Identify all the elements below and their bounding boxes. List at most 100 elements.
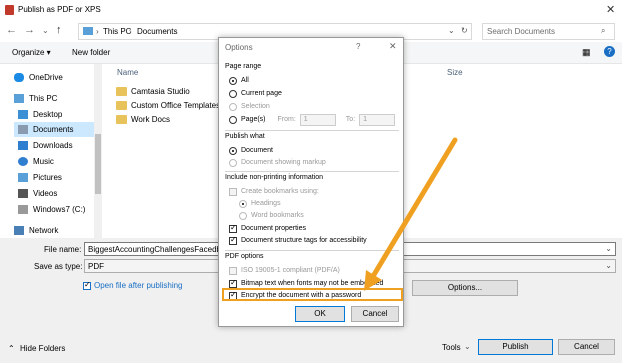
title-bar: Publish as PDF or XPS ✕ xyxy=(0,0,622,20)
music-icon xyxy=(18,157,28,166)
breadcrumb-documents[interactable]: Documents xyxy=(137,27,177,36)
radio-current-page[interactable]: Current page xyxy=(229,88,282,99)
nav-item-music[interactable]: Music xyxy=(18,154,54,169)
nav-item-onedrive[interactable]: OneDrive xyxy=(14,70,63,85)
file-item[interactable]: Camtasia Studio xyxy=(116,85,190,98)
nav-item-downloads[interactable]: Downloads xyxy=(18,138,73,153)
search-input[interactable]: Search Documents ⌕ xyxy=(482,23,615,40)
doc-properties-indicator[interactable] xyxy=(229,223,237,233)
open-after-label[interactable]: Open file after publishing xyxy=(94,281,183,290)
window-title: Publish as PDF or XPS xyxy=(18,5,101,14)
refresh-icon[interactable]: ↻ xyxy=(461,26,468,35)
hide-folders-button[interactable]: Hide Folders xyxy=(20,344,65,353)
cancel-button[interactable]: Cancel xyxy=(558,339,615,355)
radio-selection: Selection xyxy=(229,101,270,112)
radio-pages[interactable]: Page(s) From: 1 To: 1 xyxy=(229,113,396,126)
computer-icon xyxy=(14,94,24,103)
tools-chevron-icon[interactable]: ⌄ xyxy=(464,342,471,351)
from-spinner[interactable]: 1 xyxy=(299,113,336,126)
file-name-label: File name: xyxy=(44,245,82,254)
save-type-chevron-icon[interactable]: ⌄ xyxy=(605,261,612,270)
download-icon xyxy=(18,141,28,150)
checkbox-create-bookmarks: Create bookmarks using: xyxy=(229,186,319,197)
dialog-close-icon[interactable]: ✕ xyxy=(389,41,397,52)
breadcrumb-this-pc[interactable]: This PC xyxy=(103,27,131,36)
tools-button[interactable]: Tools xyxy=(442,343,461,352)
non-printing-header: Include non-printing information xyxy=(225,174,324,181)
recent-chevron-icon[interactable]: ⌄ xyxy=(42,26,49,35)
checkbox-structure-tags[interactable]: Document structure tags for accessibilit… xyxy=(229,235,367,246)
save-type-label: Save as type: xyxy=(34,262,83,271)
radio-selection-indicator xyxy=(229,102,237,111)
drive-icon xyxy=(18,205,28,214)
forward-arrow-icon[interactable]: → xyxy=(24,24,35,36)
radio-headings-indicator xyxy=(239,199,247,208)
radio-all[interactable]: All xyxy=(229,75,249,86)
dialog-title: Options xyxy=(225,43,253,52)
file-item[interactable]: Work Docs xyxy=(116,113,170,126)
publish-button[interactable]: Publish xyxy=(478,339,553,355)
close-icon[interactable]: ✕ xyxy=(606,3,615,16)
open-after-checkbox[interactable] xyxy=(83,280,91,290)
pdf-options-header: PDF options xyxy=(225,253,264,260)
view-options-icon[interactable]: ▦ xyxy=(582,47,591,58)
radio-current-indicator[interactable] xyxy=(229,89,237,98)
divider xyxy=(225,130,399,131)
nav-item-network[interactable]: Network xyxy=(14,223,58,238)
divider xyxy=(225,250,399,251)
nav-item-this-pc[interactable]: This PC xyxy=(14,91,57,106)
publish-what-header: Publish what xyxy=(225,133,265,140)
pdf-app-icon xyxy=(5,5,14,15)
radio-document-indicator[interactable] xyxy=(229,146,237,155)
nav-scrollbar-thumb[interactable] xyxy=(95,134,101,194)
nav-item-desktop[interactable]: Desktop xyxy=(18,107,62,122)
hide-folders-icon[interactable]: ⌃ xyxy=(8,344,15,353)
search-icon[interactable]: ⌕ xyxy=(601,26,605,36)
file-item[interactable]: Custom Office Templates xyxy=(116,99,220,112)
to-spinner[interactable]: 1 xyxy=(359,113,396,126)
cloud-icon xyxy=(14,73,24,82)
divider xyxy=(225,171,399,172)
checkbox-iso: ISO 19005-1 compliant (PDF/A) xyxy=(229,265,340,276)
bitmap-indicator[interactable] xyxy=(229,278,237,288)
nav-item-pictures[interactable]: Pictures xyxy=(18,170,62,185)
help-icon[interactable]: ? xyxy=(604,46,615,57)
desktop-icon xyxy=(18,110,28,119)
file-name-chevron-icon[interactable]: ⌄ xyxy=(605,244,612,253)
documents-icon xyxy=(18,125,28,134)
search-placeholder: Search Documents xyxy=(487,27,556,36)
radio-markup-indicator xyxy=(229,158,237,167)
radio-markup: Document showing markup xyxy=(229,157,326,168)
nav-scrollbar[interactable] xyxy=(94,64,102,238)
back-arrow-icon[interactable]: ← xyxy=(6,24,17,36)
dialog-help-icon[interactable]: ? xyxy=(356,42,360,51)
organize-button[interactable]: Organize ▾ xyxy=(12,48,51,57)
up-arrow-icon[interactable]: ↑ xyxy=(56,24,62,36)
annotation-highlight-box xyxy=(222,288,403,301)
column-header-size[interactable]: Size xyxy=(447,68,463,77)
nav-item-drive-c[interactable]: Windows7 (C:) xyxy=(18,202,85,217)
new-folder-button[interactable]: New folder xyxy=(72,48,110,57)
pictures-icon xyxy=(18,173,28,182)
nav-item-documents[interactable]: Documents xyxy=(14,122,94,137)
folder-icon xyxy=(116,101,127,110)
radio-pages-indicator[interactable] xyxy=(229,115,237,124)
dialog-ok-button[interactable]: OK xyxy=(295,306,345,322)
create-bookmarks-indicator xyxy=(229,187,237,196)
options-button[interactable]: Options... xyxy=(412,280,518,296)
dropdown-chevron-icon[interactable]: ⌄ xyxy=(448,26,455,35)
navigation-pane: OneDrive This PC Desktop Documents Downl… xyxy=(0,64,94,238)
structure-tags-indicator[interactable] xyxy=(229,235,237,245)
options-dialog: Options ? ✕ Page range All Current page … xyxy=(218,37,404,327)
network-icon xyxy=(14,226,24,235)
column-header-name[interactable]: Name xyxy=(117,68,138,77)
radio-word-bookmarks-indicator xyxy=(239,211,247,220)
computer-icon xyxy=(83,27,93,35)
folder-icon xyxy=(116,87,127,96)
checkbox-doc-properties[interactable]: Document properties xyxy=(229,223,306,234)
radio-word-bookmarks: Word bookmarks xyxy=(239,210,304,221)
radio-document[interactable]: Document xyxy=(229,145,273,156)
radio-all-indicator[interactable] xyxy=(229,76,237,85)
nav-item-videos[interactable]: Videos xyxy=(18,186,57,201)
dialog-cancel-button[interactable]: Cancel xyxy=(351,306,399,322)
